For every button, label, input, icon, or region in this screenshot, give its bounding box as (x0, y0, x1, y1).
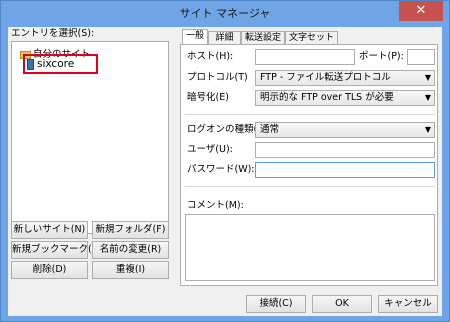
close-button[interactable]: ✕ (399, 1, 443, 21)
encryption-select[interactable]: 明示的な FTP over TLS が必要 ▼ (255, 90, 435, 106)
protocol-label: プロトコル(T) (187, 72, 248, 83)
chevron-down-icon: ▼ (424, 125, 431, 134)
cancel-button[interactable]: キャンセル (378, 295, 438, 313)
connect-button[interactable]: 接続(C) (246, 295, 306, 313)
server-icon (27, 58, 34, 70)
new-site-button[interactable]: 新しいサイト(N) (11, 221, 88, 239)
dialog-client: エントリを選択(S): 自分のサイト sixcore 新しいサイト(N) 新規フ… (8, 27, 442, 316)
window-title: サイト マネージャ (179, 7, 271, 20)
general-tab-panel: ホスト(H): ポート(P): プロトコル(T) FTP - ファイル転送プロト… (180, 44, 438, 286)
logon-type-select-value: 通常 (260, 124, 280, 135)
logon-type-select[interactable]: 通常 ▼ (255, 122, 435, 138)
protocol-select[interactable]: FTP - ファイル転送プロトコル ▼ (255, 70, 435, 86)
title-bar[interactable]: サイト マネージャ ✕ (1, 1, 449, 27)
rename-button[interactable]: 名前の変更(R) (92, 241, 169, 259)
section-divider (185, 186, 435, 187)
comment-textarea[interactable] (185, 214, 435, 281)
site-manager-window: サイト マネージャ ✕ エントリを選択(S): 自分のサイト sixcore 新… (0, 0, 450, 322)
password-label: パスワード(W): (187, 164, 255, 175)
comment-label: コメント(M): (187, 200, 244, 211)
chevron-down-icon: ▼ (424, 73, 431, 82)
entry-select-label: エントリを選択(S): (11, 28, 95, 39)
user-input[interactable] (255, 142, 435, 158)
ok-button[interactable]: OK (312, 295, 372, 313)
new-bookmark-button[interactable]: 新規ブックマーク(M) (11, 241, 104, 259)
tab-advanced[interactable]: 詳細 (208, 31, 241, 45)
host-label: ホスト(H): (187, 51, 234, 62)
tree-item-sixcore[interactable]: sixcore (27, 58, 74, 70)
password-input[interactable] (255, 162, 435, 178)
tab-charset[interactable]: 文字セット (285, 31, 338, 45)
new-folder-button[interactable]: 新規フォルダ(F) (92, 221, 169, 239)
encryption-select-value: 明示的な FTP over TLS が必要 (260, 92, 394, 103)
encryption-label: 暗号化(E) (187, 92, 229, 103)
section-divider (185, 114, 435, 115)
host-input[interactable] (255, 49, 355, 65)
tab-transfer-settings[interactable]: 転送設定 (241, 31, 285, 45)
delete-button[interactable]: 削除(D) (11, 261, 88, 279)
port-label: ポート(P): (359, 51, 404, 62)
tree-item-label: sixcore (37, 58, 75, 70)
protocol-select-value: FTP - ファイル転送プロトコル (260, 72, 391, 83)
duplicate-button[interactable]: 重複(I) (92, 261, 169, 279)
user-label: ユーザ(U): (187, 144, 233, 155)
port-input[interactable] (407, 49, 435, 65)
site-tree[interactable]: 自分のサイト sixcore (11, 41, 169, 234)
chevron-down-icon: ▼ (424, 93, 431, 102)
